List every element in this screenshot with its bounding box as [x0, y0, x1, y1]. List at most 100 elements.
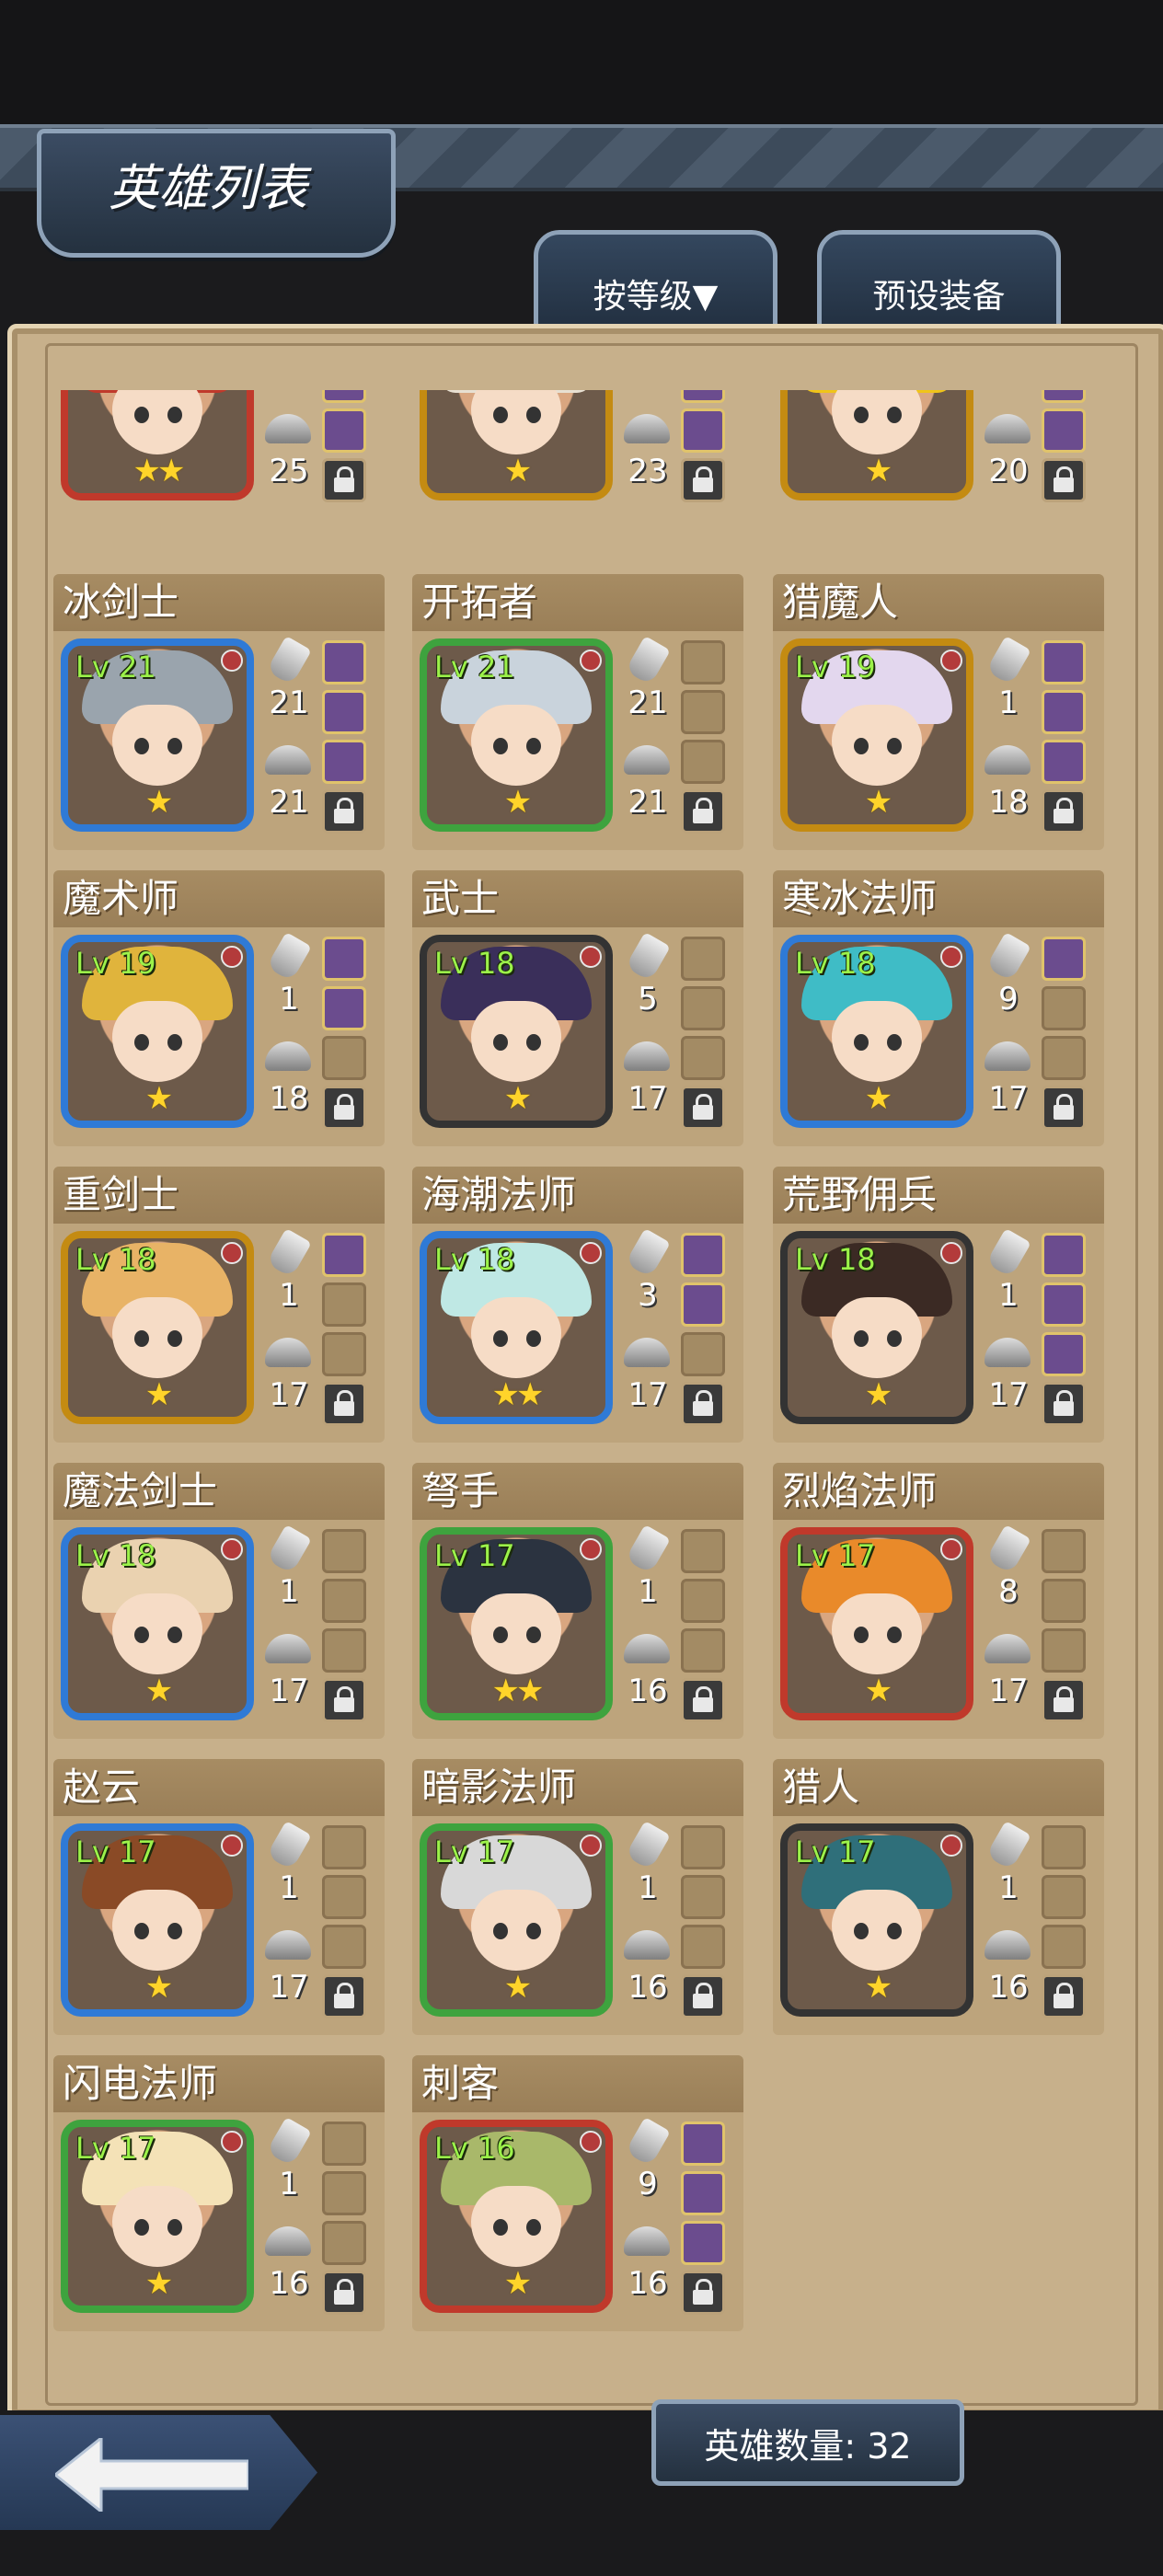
equipped-item-icon[interactable] [1042, 937, 1086, 981]
equipment-slot[interactable] [1042, 1875, 1086, 1919]
equipment-slot[interactable] [322, 2171, 366, 2215]
equipment-slot[interactable] [681, 986, 725, 1030]
hero-portrait[interactable]: Lv 17 ★ [780, 1823, 973, 2017]
hero-card[interactable]: ★ 23 23 [412, 390, 743, 556]
lock-icon[interactable] [681, 789, 725, 834]
hero-card[interactable]: 弩手 Lv 17 ★★ 1 16 [412, 1463, 743, 1739]
hero-card[interactable]: 重剑士 Lv 18 ★ 1 17 [53, 1167, 385, 1443]
equipment-slot[interactable] [1042, 1628, 1086, 1673]
lock-icon[interactable] [1042, 1678, 1086, 1722]
equipped-item-icon[interactable] [681, 2221, 725, 2265]
hero-card[interactable]: ★★ 25 25 [53, 390, 385, 556]
equipment-slot[interactable] [681, 1825, 725, 1869]
equipped-item-icon[interactable] [1042, 640, 1086, 684]
lock-icon[interactable] [322, 1678, 366, 1722]
lock-icon[interactable] [322, 1382, 366, 1426]
tab-preset-equipment[interactable]: 预设装备 [817, 230, 1061, 329]
hero-portrait[interactable]: Lv 17 ★ [61, 2120, 254, 2313]
hero-card[interactable]: 暗影法师 Lv 17 ★ 1 16 [412, 1759, 743, 2035]
equipment-slot[interactable] [322, 1825, 366, 1869]
hero-portrait[interactable]: Lv 17 ★ [420, 1823, 613, 2017]
equipped-item-icon[interactable] [1042, 408, 1086, 453]
hero-card[interactable]: 海潮法师 Lv 18 ★★ 3 17 [412, 1167, 743, 1443]
lock-icon[interactable] [681, 1086, 725, 1130]
hero-card[interactable]: 荒野佣兵 Lv 18 ★ 1 17 [773, 1167, 1104, 1443]
hero-portrait[interactable]: Lv 18 ★ [61, 1527, 254, 1720]
hero-card[interactable]: 开拓者 Lv 21 ★ 21 21 [412, 574, 743, 850]
hero-portrait[interactable]: Lv 19 ★ [780, 638, 973, 832]
lock-icon[interactable] [322, 458, 366, 502]
equipment-slot[interactable] [681, 1579, 725, 1623]
equipped-item-icon[interactable] [1042, 1332, 1086, 1376]
hero-card[interactable]: 猎魔人 Lv 19 ★ 1 18 [773, 574, 1104, 850]
equipped-item-icon[interactable] [1042, 390, 1086, 403]
hero-portrait[interactable]: Lv 16 ★ [420, 2120, 613, 2313]
equipment-slot[interactable] [681, 1332, 725, 1376]
lock-icon[interactable] [681, 1678, 725, 1722]
hero-card[interactable]: 刺客 Lv 16 ★ 9 16 [412, 2055, 743, 2331]
tab-sort-by-level[interactable]: 按等级▼ [534, 230, 777, 329]
equipment-slot[interactable] [322, 1925, 366, 1969]
equipped-item-icon[interactable] [681, 2122, 725, 2166]
lock-icon[interactable] [1042, 1086, 1086, 1130]
equipment-slot[interactable] [322, 1579, 366, 1623]
equipped-item-icon[interactable] [322, 690, 366, 734]
equipment-slot[interactable] [1042, 1529, 1086, 1573]
equipped-item-icon[interactable] [1042, 1233, 1086, 1277]
equipment-slot[interactable] [681, 1628, 725, 1673]
lock-icon[interactable] [1042, 458, 1086, 502]
equipped-item-icon[interactable] [1042, 690, 1086, 734]
equipment-slot[interactable] [1042, 1925, 1086, 1969]
hero-card[interactable]: 魔法剑士 Lv 18 ★ 1 17 [53, 1463, 385, 1739]
equipped-item-icon[interactable] [681, 1282, 725, 1327]
equipment-slot[interactable] [681, 1925, 725, 1969]
equipment-slot[interactable] [681, 690, 725, 734]
hero-portrait[interactable]: ★ [780, 390, 973, 500]
equipment-slot[interactable] [322, 1875, 366, 1919]
equipped-item-icon[interactable] [681, 2171, 725, 2215]
equipped-item-icon[interactable] [322, 1233, 366, 1277]
lock-icon[interactable] [681, 1382, 725, 1426]
equipped-item-icon[interactable] [322, 986, 366, 1030]
hero-portrait[interactable]: ★ [420, 390, 613, 500]
equipped-item-icon[interactable] [322, 640, 366, 684]
lock-icon[interactable] [1042, 1974, 1086, 2018]
equipment-slot[interactable] [681, 1036, 725, 1080]
equipment-slot[interactable] [681, 1529, 725, 1573]
equipped-item-icon[interactable] [322, 740, 366, 784]
hero-card[interactable]: 冰剑士 Lv 21 ★ 21 21 [53, 574, 385, 850]
equipped-item-icon[interactable] [681, 1233, 725, 1277]
hero-card[interactable]: 魔术师 Lv 19 ★ 1 18 [53, 870, 385, 1146]
lock-icon[interactable] [681, 1974, 725, 2018]
hero-portrait[interactable]: Lv 18 ★★ [420, 1231, 613, 1424]
equipment-slot[interactable] [681, 740, 725, 784]
hero-card[interactable]: 寒冰法师 Lv 18 ★ 9 17 [773, 870, 1104, 1146]
equipped-item-icon[interactable] [681, 390, 725, 403]
hero-card[interactable]: 赵云 Lv 17 ★ 1 17 [53, 1759, 385, 2035]
equipment-slot[interactable] [322, 1282, 366, 1327]
equipment-slot[interactable] [322, 1628, 366, 1673]
equipment-slot[interactable] [1042, 1036, 1086, 1080]
hero-card[interactable]: 烈焰法师 Lv 17 ★ 8 17 [773, 1463, 1104, 1739]
equipment-slot[interactable] [1042, 986, 1086, 1030]
hero-portrait[interactable]: Lv 21 ★ [61, 638, 254, 832]
equipment-slot[interactable] [322, 1529, 366, 1573]
lock-icon[interactable] [322, 789, 366, 834]
equipped-item-icon[interactable] [322, 390, 366, 403]
hero-portrait[interactable]: ★★ [61, 390, 254, 500]
lock-icon[interactable] [322, 1086, 366, 1130]
hero-card[interactable]: 武士 Lv 18 ★ 5 17 [412, 870, 743, 1146]
lock-icon[interactable] [681, 2271, 725, 2315]
hero-portrait[interactable]: Lv 17 ★ [780, 1527, 973, 1720]
hero-portrait[interactable]: Lv 18 ★ [61, 1231, 254, 1424]
hero-portrait[interactable]: Lv 17 ★ [61, 1823, 254, 2017]
hero-portrait[interactable]: Lv 17 ★★ [420, 1527, 613, 1720]
hero-card[interactable]: ★ 9 20 [773, 390, 1104, 556]
hero-portrait[interactable]: Lv 19 ★ [61, 935, 254, 1128]
equipment-slot[interactable] [322, 1036, 366, 1080]
lock-icon[interactable] [1042, 789, 1086, 834]
hero-list[interactable]: ★★2525★2323★920 冰剑士Lv 21★2121开拓者Lv 21★212… [0, 390, 1163, 2344]
lock-icon[interactable] [1042, 1382, 1086, 1426]
equipped-item-icon[interactable] [681, 408, 725, 453]
lock-icon[interactable] [681, 458, 725, 502]
